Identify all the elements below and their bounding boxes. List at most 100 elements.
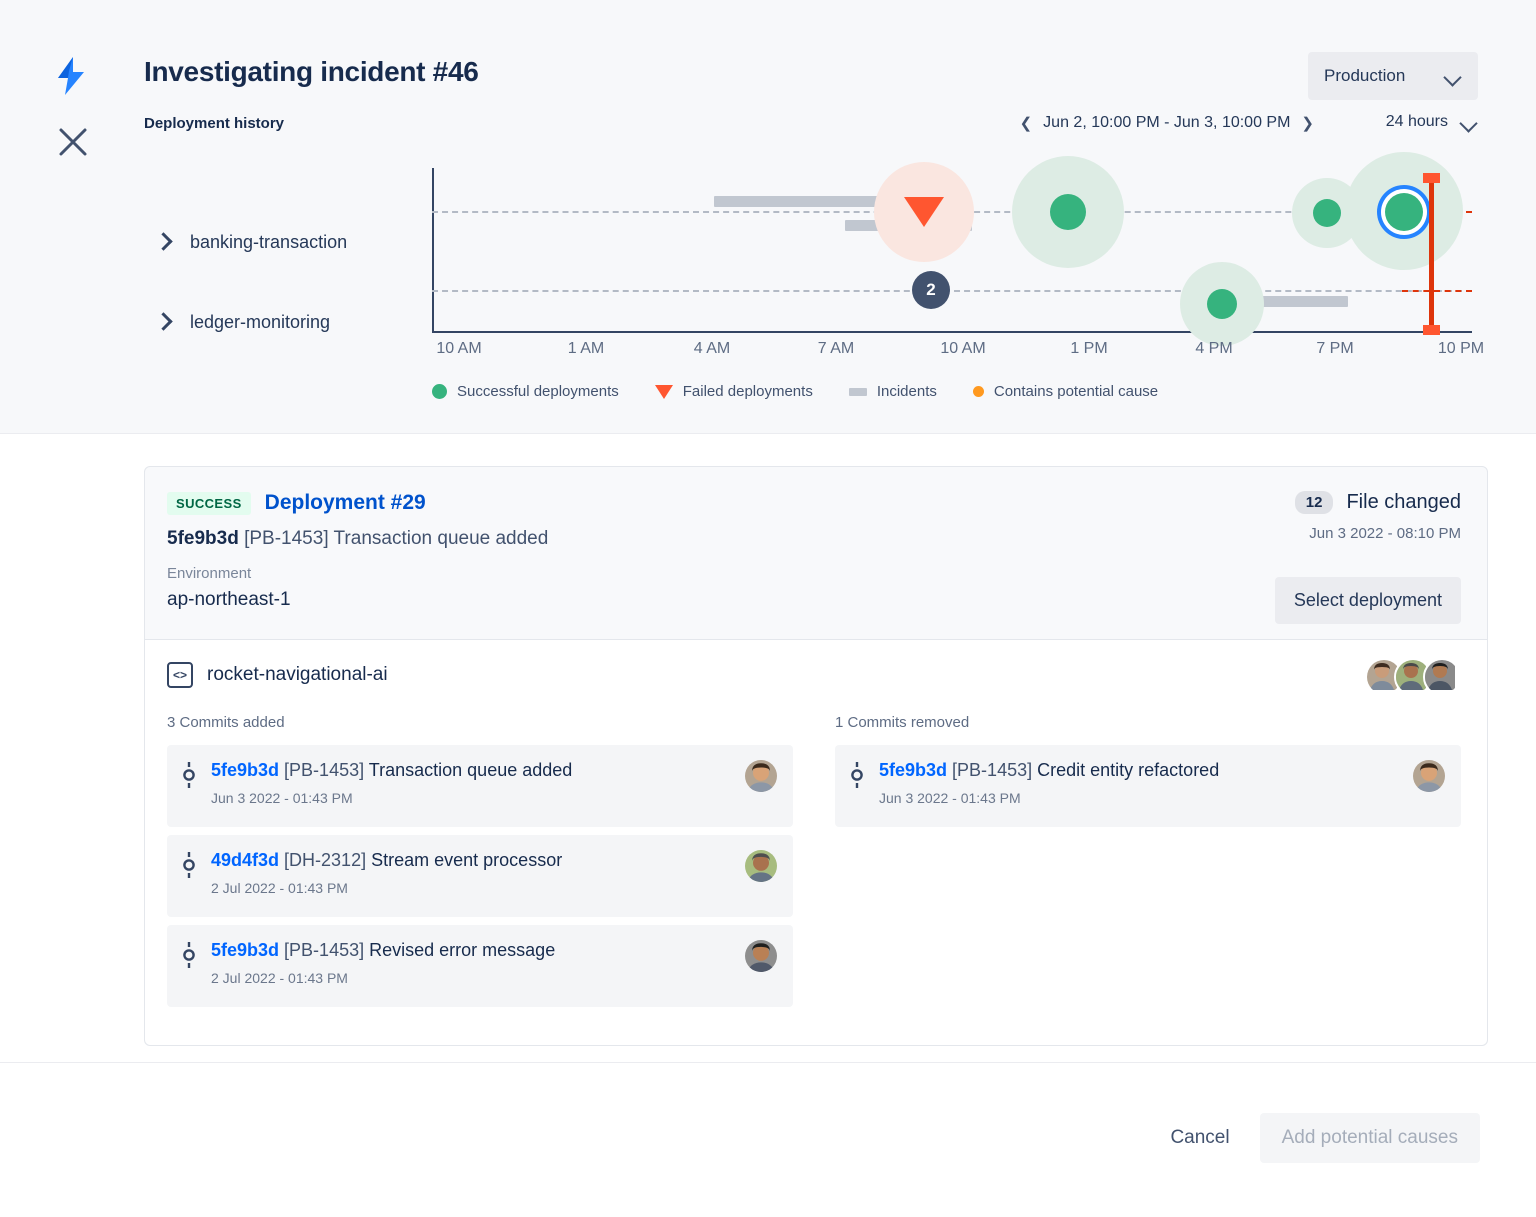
sidebar-item-ledger-monitoring[interactable]: ledger-monitoring <box>152 302 432 342</box>
avatar <box>745 760 777 792</box>
avatar[interactable] <box>1423 658 1461 696</box>
commit-date: Jun 3 2022 - 01:43 PM <box>879 790 1399 806</box>
x-axis-tick: 1 PM <box>1070 340 1107 358</box>
repository-row[interactable]: <> rocket-navigational-ai <box>167 662 1461 688</box>
list-item[interactable]: 5fe9b3d [PB-1453] Revised error message … <box>167 925 793 1007</box>
chevron-left-icon[interactable]: ❮ <box>1020 114 1033 132</box>
repository-name: rocket-navigational-ai <box>207 664 388 686</box>
chevron-down-icon <box>1445 71 1462 81</box>
row-gridline-ledger-monitoring <box>432 290 1472 292</box>
chevron-right-icon[interactable]: ❯ <box>1301 114 1314 132</box>
commit-message: Revised error message <box>369 940 555 960</box>
green-circle-icon <box>432 384 447 399</box>
deployment-timeline-chart[interactable]: 2 10 AM 1 AM 4 AM 7 AM 10 AM 1 PM 4 PM 7… <box>432 168 1472 333</box>
environment-select[interactable]: Production <box>1308 52 1478 100</box>
environment-value: ap-northeast-1 <box>167 589 1459 611</box>
successful-deployment-dot[interactable] <box>1207 289 1237 319</box>
commit-tag: [PB-1453] <box>284 760 364 780</box>
commits-columns: 3 Commits added 5fe9b3d [PB-1453] Transa… <box>167 714 1461 1015</box>
legend-item-potential-cause: Contains potential cause <box>973 383 1158 400</box>
incident-marker-cap-top <box>1423 173 1440 183</box>
list-item[interactable]: 5fe9b3d [PB-1453] Transaction queue adde… <box>167 745 793 827</box>
deployment-commit-line: 5fe9b3d [PB-1453] Transaction queue adde… <box>167 528 1459 550</box>
legend-label: Failed deployments <box>683 383 813 400</box>
chart-x-axis <box>432 331 1472 333</box>
commit-title: 49d4f3d [DH-2312] Stream event processor <box>211 849 731 872</box>
cluster-count-value: 2 <box>926 280 935 300</box>
x-axis-tick: 10 AM <box>940 340 985 358</box>
successful-deployment-dot-selected[interactable] <box>1385 193 1423 231</box>
x-axis-tick: 10 PM <box>1438 340 1484 358</box>
legend-label: Incidents <box>877 383 937 400</box>
incident-bar[interactable] <box>714 196 882 207</box>
gray-bar-icon <box>849 388 867 396</box>
contributor-avatars <box>1365 658 1461 696</box>
list-item[interactable]: 49d4f3d [DH-2312] Stream event processor… <box>167 835 793 917</box>
avatar <box>745 850 777 882</box>
chart-y-axis <box>432 168 434 333</box>
legend-item-incidents: Incidents <box>849 383 937 400</box>
commit-sha[interactable]: 5fe9b3d <box>879 760 947 780</box>
successful-deployment-dot[interactable] <box>1313 199 1341 227</box>
dialog-footer: Cancel Add potential causes <box>1152 1113 1480 1163</box>
commits-removed-column: 1 Commits removed 5fe9b3d [PB-1453] Cred… <box>835 714 1461 1015</box>
commits-removed-title: 1 Commits removed <box>835 714 1461 731</box>
commit-message: Transaction queue added <box>334 528 549 549</box>
commit-node-icon <box>849 759 865 793</box>
environment-select-value: Production <box>1324 66 1405 86</box>
legend-label: Successful deployments <box>457 383 619 400</box>
deployment-detail-card: SUCCESS Deployment #29 5fe9b3d [PB-1453]… <box>144 466 1488 1046</box>
environment-label: Environment <box>167 565 1459 582</box>
sidebar-item-banking-transaction[interactable]: banking-transaction <box>152 222 432 262</box>
x-axis-tick: 4 AM <box>694 340 730 358</box>
period-select[interactable]: 24 hours <box>1386 113 1478 131</box>
red-triangle-icon <box>655 385 673 399</box>
commit-message: Stream event processor <box>371 850 562 870</box>
incident-time-marker <box>1429 178 1434 333</box>
chart-legend: Successful deployments Failed deployment… <box>432 383 1158 400</box>
date-range-control[interactable]: ❮ Jun 2, 10:00 PM - Jun 3, 10:00 PM ❯ <box>1020 114 1314 132</box>
avatar <box>745 940 777 972</box>
chevron-right-icon <box>152 229 178 255</box>
commit-message: Transaction queue added <box>369 760 572 780</box>
deployment-history-panel: Investigating incident #46 Deployment hi… <box>0 0 1536 434</box>
service-label: ledger-monitoring <box>190 312 330 333</box>
commit-sha[interactable]: 5fe9b3d <box>211 940 279 960</box>
cancel-button[interactable]: Cancel <box>1152 1114 1247 1162</box>
commit-sha: 5fe9b3d <box>167 528 239 549</box>
successful-deployment-dot[interactable] <box>1050 194 1086 230</box>
cluster-count-badge[interactable]: 2 <box>912 271 950 309</box>
commit-date: 2 Jul 2022 - 01:43 PM <box>211 970 731 986</box>
commit-title: 5fe9b3d [PB-1453] Revised error message <box>211 939 731 962</box>
commit-tag: [PB-1453] <box>284 940 364 960</box>
close-icon[interactable] <box>56 125 90 159</box>
commit-tag: [PB-1453] <box>952 760 1032 780</box>
service-label: banking-transaction <box>190 232 347 253</box>
orange-dot-icon <box>973 386 984 397</box>
commit-title: 5fe9b3d [PB-1453] Credit entity refactor… <box>879 759 1399 782</box>
list-item[interactable]: 5fe9b3d [PB-1453] Credit entity refactor… <box>835 745 1461 827</box>
x-axis-tick: 7 AM <box>818 340 854 358</box>
commits-added-column: 3 Commits added 5fe9b3d [PB-1453] Transa… <box>167 714 793 1015</box>
legend-item-successful: Successful deployments <box>432 383 619 400</box>
add-potential-causes-button[interactable]: Add potential causes <box>1260 1113 1480 1163</box>
commits-added-title: 3 Commits added <box>167 714 793 731</box>
service-tree: banking-transaction ledger-monitoring <box>152 222 432 382</box>
page-title: Investigating incident #46 <box>144 56 479 88</box>
chevron-right-icon <box>152 309 178 335</box>
commit-tag: [PB-1453] <box>244 528 329 549</box>
deployment-title-link[interactable]: Deployment #29 <box>265 491 426 515</box>
x-axis-tick: 1 AM <box>568 340 604 358</box>
deployment-card-body: <> rocket-navigational-ai <box>145 639 1487 1045</box>
legend-label: Contains potential cause <box>994 383 1158 400</box>
commit-sha[interactable]: 49d4f3d <box>211 850 279 870</box>
commit-node-icon <box>181 759 197 793</box>
select-deployment-button[interactable]: Select deployment <box>1275 577 1461 624</box>
incident-marker-line-row2 <box>1402 290 1472 292</box>
commit-sha[interactable]: 5fe9b3d <box>211 760 279 780</box>
footer-divider <box>0 1062 1536 1063</box>
period-select-value: 24 hours <box>1386 113 1448 131</box>
failed-deployment-marker[interactable] <box>904 197 944 227</box>
code-icon: <> <box>167 662 193 688</box>
avatar <box>1413 760 1445 792</box>
